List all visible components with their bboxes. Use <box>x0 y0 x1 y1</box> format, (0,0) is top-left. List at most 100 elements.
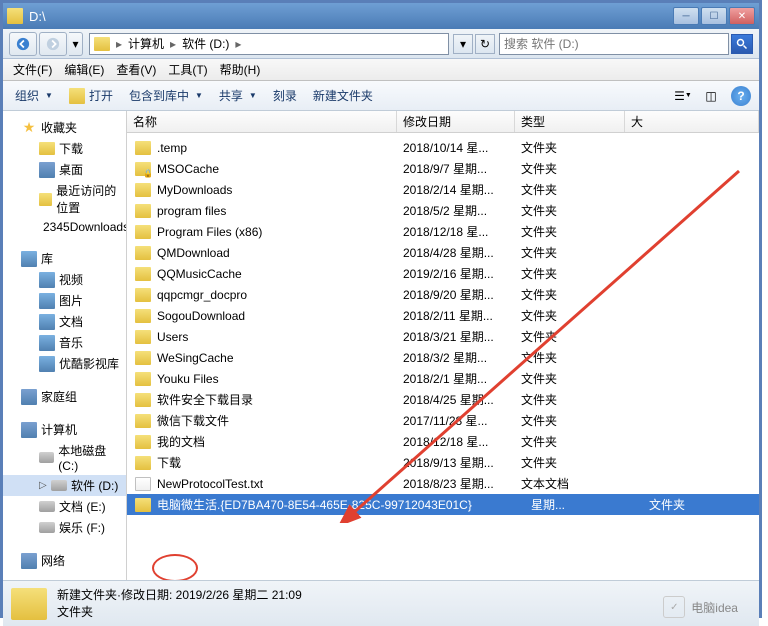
file-row[interactable]: Youku Files2018/2/1 星期...文件夹 <box>127 368 759 389</box>
file-list[interactable]: .temp2018/10/14 星...文件夹MSOCache2018/9/7 … <box>127 133 759 580</box>
folder-icon <box>135 267 151 281</box>
file-name: 下载 <box>157 454 403 471</box>
breadcrumb-computer[interactable]: 计算机 <box>124 35 168 52</box>
sidebar-drive-c[interactable]: 本地磁盘 (C:) <box>3 440 126 475</box>
file-row[interactable]: qqpcmgr_docpro2018/9/20 星期...文件夹 <box>127 284 759 305</box>
sidebar-documents[interactable]: 文档 <box>3 311 126 332</box>
share-button[interactable]: 共享▼ <box>215 85 261 106</box>
file-name: MyDownloads <box>157 183 403 197</box>
file-row[interactable]: QQMusicCache2019/2/16 星期...文件夹 <box>127 263 759 284</box>
file-row[interactable]: MSOCache2018/9/7 星期...文件夹 <box>127 158 759 179</box>
file-row[interactable]: Program Files (x86)2018/12/18 星...文件夹 <box>127 221 759 242</box>
desktop-icon <box>39 162 55 178</box>
file-row[interactable]: QMDownload2018/4/28 星期...文件夹 <box>127 242 759 263</box>
folder-icon <box>11 588 47 620</box>
menu-file[interactable]: 文件(F) <box>7 59 58 80</box>
sidebar-music[interactable]: 音乐 <box>3 332 126 353</box>
libraries-group[interactable]: 库 <box>3 248 126 269</box>
help-button[interactable]: ? <box>731 86 751 106</box>
video-icon <box>39 272 55 288</box>
sidebar-drive-f[interactable]: 娱乐 (F:) <box>3 517 126 538</box>
navigation-pane[interactable]: ★收藏夹 下载 桌面 最近访问的位置 2345Downloads 库 视频 图片… <box>3 111 127 580</box>
file-row[interactable]: 电脑微生活.{ED7BA470-8E54-465E-825C-99712043E… <box>127 494 759 515</box>
folder-icon <box>135 141 151 155</box>
breadcrumb-drive[interactable]: 软件 (D:) <box>178 35 233 52</box>
search-input[interactable] <box>504 37 728 51</box>
history-dropdown[interactable]: ▾ <box>69 32 83 56</box>
file-type: 文件夹 <box>521 244 631 261</box>
watermark-text: 电脑idea <box>691 599 738 616</box>
column-date[interactable]: 修改日期 <box>397 111 515 132</box>
folder-icon <box>135 435 151 449</box>
file-row[interactable]: program files2018/5/2 星期...文件夹 <box>127 200 759 221</box>
expand-icon[interactable]: ▷ <box>39 480 49 491</box>
file-date: 2018/10/14 星... <box>403 139 521 156</box>
homegroup-group[interactable]: 家庭组 <box>3 386 126 407</box>
file-row[interactable]: 微信下载文件2017/11/28 星...文件夹 <box>127 410 759 431</box>
folder-icon <box>135 162 151 176</box>
address-toolbar: ▾ ▸ 计算机 ▸ 软件 (D:) ▸ ▾ ↻ <box>3 29 759 59</box>
folder-icon <box>135 393 151 407</box>
network-group[interactable]: 网络 <box>3 550 126 571</box>
column-name[interactable]: 名称 <box>127 111 397 132</box>
file-date: 2018/9/7 星期... <box>403 160 521 177</box>
view-mode-button[interactable]: ☰▼ <box>671 85 695 107</box>
menu-view[interactable]: 查看(V) <box>110 59 162 80</box>
sidebar-downloads[interactable]: 下载 <box>3 138 126 159</box>
address-dropdown[interactable]: ▾ <box>453 34 473 54</box>
forward-button[interactable] <box>39 32 67 56</box>
file-row[interactable]: NewProtocolTest.txt2018/8/23 星期...文本文档 <box>127 473 759 494</box>
address-bar[interactable]: ▸ 计算机 ▸ 软件 (D:) ▸ <box>89 33 449 55</box>
menu-tools[interactable]: 工具(T) <box>162 59 213 80</box>
file-date: 2018/2/11 星期... <box>403 307 521 324</box>
search-button[interactable] <box>731 34 753 54</box>
sidebar-youku[interactable]: 优酷影视库 <box>3 353 126 374</box>
file-date: 2018/3/21 星期... <box>403 328 521 345</box>
sidebar-videos[interactable]: 视频 <box>3 269 126 290</box>
column-type[interactable]: 类型 <box>515 111 625 132</box>
status-line1: 新建文件夹·修改日期: 2019/2/26 星期二 21:09 <box>57 587 302 604</box>
file-type: 文件夹 <box>521 265 631 282</box>
file-row[interactable]: 软件安全下载目录2018/4/25 星期...文件夹 <box>127 389 759 410</box>
favorites-group[interactable]: ★收藏夹 <box>3 117 126 138</box>
file-date: 2018/12/18 星... <box>403 223 521 240</box>
folder-icon <box>135 456 151 470</box>
file-row[interactable]: MyDownloads2018/2/14 星期...文件夹 <box>127 179 759 200</box>
sidebar-desktop[interactable]: 桌面 <box>3 159 126 180</box>
file-type: 文件夹 <box>521 223 631 240</box>
organize-button[interactable]: 组织▼ <box>11 85 57 106</box>
new-folder-button[interactable]: 新建文件夹 <box>309 85 377 106</box>
sidebar-drive-d[interactable]: ▷软件 (D:) <box>3 475 126 496</box>
preview-pane-button[interactable]: ◫ <box>699 85 723 107</box>
sidebar-drive-e[interactable]: 文档 (E:) <box>3 496 126 517</box>
text-file-icon <box>135 477 151 491</box>
file-row[interactable]: 我的文档2018/12/18 星...文件夹 <box>127 431 759 452</box>
sidebar-recent[interactable]: 最近访问的位置 <box>3 180 126 218</box>
file-row[interactable]: SogouDownload2018/2/11 星期...文件夹 <box>127 305 759 326</box>
back-button[interactable] <box>9 32 37 56</box>
computer-group[interactable]: 计算机 <box>3 419 126 440</box>
file-date: 2018/4/28 星期... <box>403 244 521 261</box>
minimize-button[interactable]: ─ <box>673 7 699 25</box>
include-library-button[interactable]: 包含到库中▼ <box>125 85 207 106</box>
burn-button[interactable]: 刻录 <box>269 85 301 106</box>
column-size[interactable]: 大 <box>625 111 759 132</box>
file-row[interactable]: Users2018/3/21 星期...文件夹 <box>127 326 759 347</box>
maximize-button[interactable]: ☐ <box>701 7 727 25</box>
file-row[interactable]: WeSingCache2018/3/2 星期...文件夹 <box>127 347 759 368</box>
menu-edit[interactable]: 编辑(E) <box>58 59 110 80</box>
file-row[interactable]: .temp2018/10/14 星...文件夹 <box>127 137 759 158</box>
sidebar-pictures[interactable]: 图片 <box>3 290 126 311</box>
breadcrumb-sep: ▸ <box>233 37 243 51</box>
close-button[interactable]: ✕ <box>729 7 755 25</box>
folder-icon <box>39 142 55 155</box>
file-type: 文件夹 <box>521 139 631 156</box>
open-button[interactable]: 打开 <box>65 85 117 106</box>
sidebar-2345downloads[interactable]: 2345Downloads <box>3 218 126 236</box>
menu-help[interactable]: 帮助(H) <box>214 59 267 80</box>
search-box[interactable] <box>499 33 729 55</box>
refresh-button[interactable]: ↻ <box>475 34 495 54</box>
file-row[interactable]: 下载2018/9/13 星期...文件夹 <box>127 452 759 473</box>
recent-icon <box>39 193 52 206</box>
file-name: Users <box>157 330 403 344</box>
